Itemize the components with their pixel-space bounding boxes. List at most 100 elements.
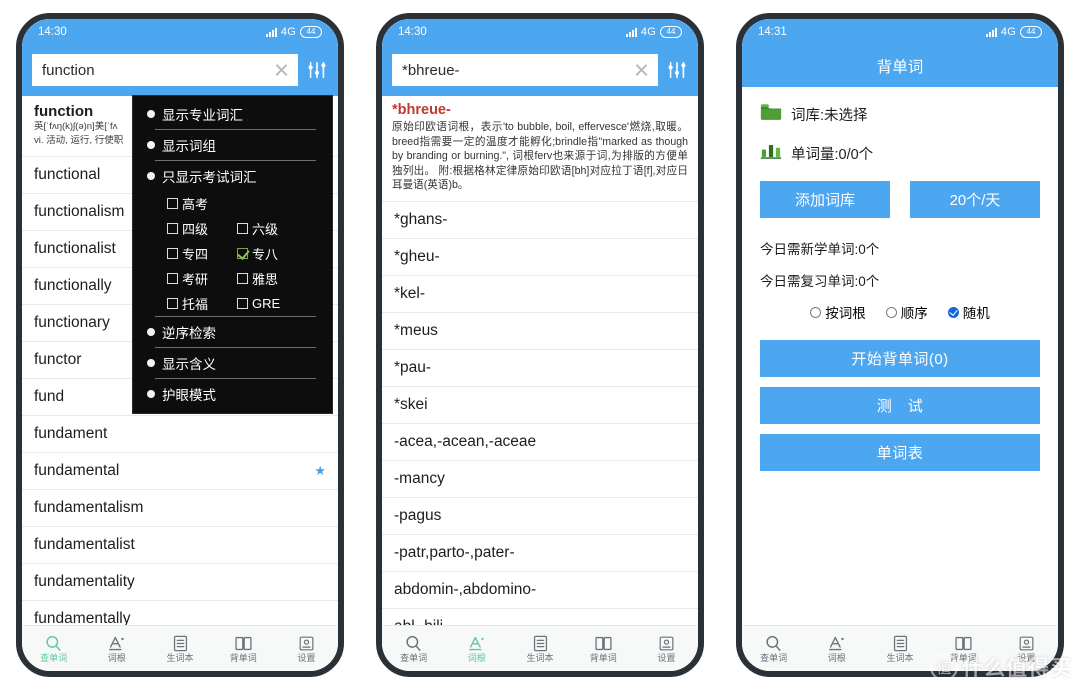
order-radio-group[interactable]: 按词根 顺序 随机 — [760, 302, 1040, 322]
table-row[interactable]: fundamentalism — [22, 490, 338, 527]
root-list-2[interactable]: *bhreue- 原始印欧语词根，表示'to bubble, boil, eff… — [382, 96, 698, 625]
bullet-icon — [147, 110, 155, 118]
root-label: *ghans- — [394, 211, 448, 229]
filter-dropdown-menu[interactable]: 显示专业词汇 显示词组 只显示考试词汇 高考四级 六级 专四 专八 考研 雅思 托福 GRE 逆序… — [132, 95, 333, 414]
radio-option[interactable]: 随机 — [947, 302, 990, 322]
checkbox-unchecked[interactable]: GRE — [237, 294, 307, 313]
table-row[interactable]: fundamentally — [22, 601, 338, 625]
library-row[interactable]: 词库:未选择 — [760, 103, 1040, 126]
action-button[interactable]: 单词表 — [760, 434, 1040, 471]
checkbox-unchecked[interactable]: 高考 — [167, 194, 237, 213]
radio-icon[interactable] — [810, 306, 822, 318]
tab-词根[interactable]: 词根 — [445, 634, 508, 663]
letter-a-icon — [107, 634, 126, 653]
list-item[interactable]: abdomin-,abdomino- — [382, 572, 698, 610]
search-input[interactable]: function — [32, 54, 298, 86]
status-time: 14:30 — [398, 26, 427, 38]
menu-item[interactable]: 显示含义 — [133, 348, 332, 378]
radio-option[interactable]: 按词根 — [810, 302, 866, 322]
tab-设置[interactable]: 设置 — [275, 634, 338, 663]
menu-item[interactable]: 显示专业词汇 — [133, 99, 332, 129]
checkbox-unchecked[interactable]: 考研 — [167, 269, 237, 288]
notebook-icon — [171, 634, 190, 653]
checkbox-icon[interactable] — [167, 223, 178, 234]
gear-icon — [657, 634, 676, 653]
tab-生词本[interactable]: 生词本 — [148, 634, 211, 663]
review-today-stat: 今日需复习单词:0个 — [760, 274, 880, 289]
tab-label: 查单词 — [760, 653, 788, 663]
list-item[interactable]: *ghans- — [382, 202, 698, 240]
clear-icon[interactable] — [273, 62, 290, 79]
per-day-button[interactable]: 20个/天 — [910, 181, 1040, 218]
tab-bar-1[interactable]: 查单词 词根 生词本 背单词 设置 — [22, 625, 338, 671]
list-item[interactable]: -patr,parto-,pater- — [382, 535, 698, 573]
tab-生词本[interactable]: 生词本 — [868, 634, 931, 663]
menu-item[interactable]: 显示词组 — [133, 130, 332, 160]
checkbox-icon[interactable] — [237, 248, 248, 259]
list-item[interactable]: -pagus — [382, 498, 698, 536]
action-button[interactable]: 测 试 — [760, 387, 1040, 424]
list-item[interactable]: -acea,-acean,-aceae — [382, 424, 698, 462]
list-item[interactable]: *pau- — [382, 350, 698, 388]
checkbox-icon[interactable] — [167, 248, 178, 259]
filter-icon[interactable] — [306, 58, 328, 82]
checkbox-checked[interactable]: 专八 — [237, 244, 307, 263]
tab-bar-3[interactable]: 查单词 词根 生词本 背单词 设置 — [742, 625, 1058, 671]
checkbox-unchecked[interactable]: 雅思 — [237, 269, 307, 288]
list-item[interactable]: *skei — [382, 387, 698, 425]
clear-icon[interactable] — [633, 62, 650, 79]
bullet-icon — [147, 328, 155, 336]
list-item[interactable]: *gheu- — [382, 239, 698, 277]
checkbox-icon[interactable] — [237, 298, 248, 309]
search-input[interactable]: *bhreue- — [392, 54, 658, 86]
tab-设置[interactable]: 设置 — [635, 634, 698, 663]
tab-背单词[interactable]: 背单词 — [572, 634, 635, 663]
menu-item[interactable]: 只显示考试词汇 — [133, 161, 332, 191]
checkbox-unchecked[interactable]: 托福 — [167, 294, 237, 313]
tab-词根[interactable]: 词根 — [85, 634, 148, 663]
table-row[interactable]: fundamentality — [22, 564, 338, 601]
list-item[interactable]: *kel- — [382, 276, 698, 314]
checkbox-icon[interactable] — [167, 298, 178, 309]
tab-生词本[interactable]: 生词本 — [508, 634, 571, 663]
action-button[interactable]: 开始背单词(0) — [760, 340, 1040, 377]
tab-背单词[interactable]: 背单词 — [212, 634, 275, 663]
table-row[interactable]: fundamentalist — [22, 527, 338, 564]
checkbox-unchecked[interactable]: 四级 — [167, 219, 237, 238]
filter-icon[interactable] — [666, 58, 688, 82]
table-row[interactable]: fundament — [22, 416, 338, 453]
checkbox-icon[interactable] — [237, 223, 248, 234]
menu-item[interactable]: 逆序检索 — [133, 317, 332, 347]
menu-item[interactable]: 护眼模式 — [133, 379, 332, 409]
status-bar-1: 14:30 4G 44 — [22, 19, 338, 45]
star-icon[interactable]: ★ — [314, 463, 326, 479]
notebook-icon — [891, 634, 910, 653]
tab-查单词[interactable]: 查单词 — [742, 634, 805, 663]
radio-icon[interactable] — [885, 306, 897, 318]
radio-icon[interactable] — [947, 306, 959, 318]
checkbox-icon[interactable] — [237, 273, 248, 284]
list-item[interactable]: -mancy — [382, 461, 698, 499]
search-icon — [404, 634, 423, 653]
status-time: 14:30 — [38, 26, 67, 38]
root-detail[interactable]: *bhreue- 原始印欧语词根，表示'to bubble, boil, eff… — [382, 96, 698, 203]
radio-option[interactable]: 顺序 — [885, 302, 928, 322]
list-item[interactable]: *meus — [382, 313, 698, 351]
root-label: *kel- — [394, 285, 426, 303]
checkbox-label: 高考 — [182, 197, 209, 212]
bullet-icon — [147, 359, 155, 367]
tab-查单词[interactable]: 查单词 — [382, 634, 445, 663]
checkbox-icon[interactable] — [167, 273, 178, 284]
checkbox-unchecked[interactable]: 六级 — [237, 219, 307, 238]
list-item[interactable]: abl-,bili- — [382, 609, 698, 625]
tab-背单词[interactable]: 背单词 — [932, 634, 995, 663]
add-library-button[interactable]: 添加词库 — [760, 181, 890, 218]
tab-bar-2[interactable]: 查单词 词根 生词本 背单词 设置 — [382, 625, 698, 671]
tab-词根[interactable]: 词根 — [805, 634, 868, 663]
checkbox-unchecked[interactable]: 专四 — [167, 244, 237, 263]
checkbox-icon[interactable] — [167, 198, 178, 209]
tab-查单词[interactable]: 查单词 — [22, 634, 85, 663]
bullet-icon — [147, 390, 155, 398]
tab-设置[interactable]: 设置 — [995, 634, 1058, 663]
table-row[interactable]: fundamental ★ — [22, 453, 338, 490]
